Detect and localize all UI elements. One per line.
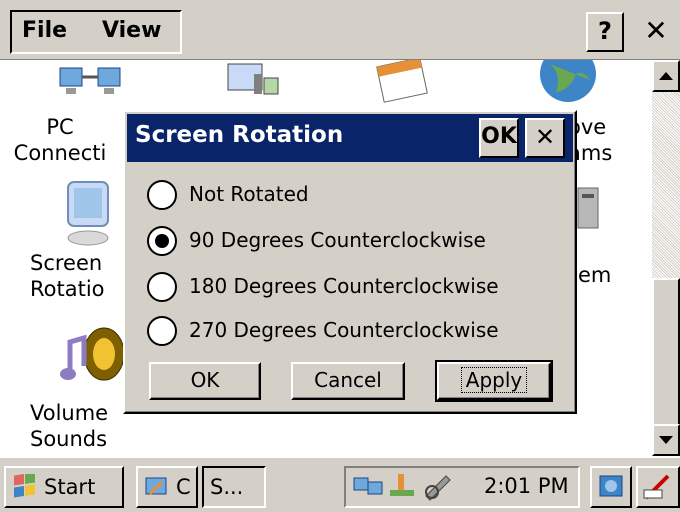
taskbar-item-settings[interactable]: S... — [202, 466, 266, 508]
screen-rotation-icon[interactable] — [62, 178, 118, 248]
option-label: Not Rotated — [189, 182, 309, 206]
menu-group: File View — [10, 10, 182, 54]
view-menu[interactable]: View — [102, 18, 161, 43]
help-button[interactable]: ? — [586, 12, 624, 52]
system-label[interactable]: em — [578, 262, 628, 288]
radio-not-rotated[interactable] — [147, 180, 177, 210]
input-panel-button[interactable] — [636, 466, 680, 508]
arrow-up-icon — [659, 72, 673, 80]
start-label: Start — [44, 475, 96, 499]
option-label: 90 Degrees Counterclockwise — [189, 228, 486, 252]
usb-icon[interactable] — [386, 472, 418, 502]
desktop-button[interactable] — [590, 466, 632, 508]
system-tray: 2:01 PM — [344, 466, 580, 508]
desktop-icon — [599, 475, 623, 497]
scroll-thumb[interactable] — [652, 278, 680, 426]
taskbar-item-control-panel[interactable]: C — [136, 466, 198, 508]
menu-bar: File View ? ✕ — [0, 0, 680, 60]
file-menu[interactable]: File — [22, 18, 67, 43]
volume-sounds-label[interactable]: Volume Sounds — [30, 400, 130, 452]
dialog-title: Screen Rotation — [135, 122, 344, 148]
pc-connection-label[interactable]: PC Connecti — [0, 114, 120, 166]
dialog-close-button[interactable]: ✕ — [525, 118, 565, 158]
apply-button[interactable]: Apply — [435, 360, 553, 402]
calendar-icon[interactable] — [374, 60, 434, 104]
option-label: 180 Degrees Counterclockwise — [189, 274, 499, 298]
radio-270-ccw[interactable] — [147, 316, 177, 346]
arrow-down-icon — [659, 436, 673, 444]
cancel-button[interactable]: Cancel — [291, 362, 405, 400]
taskbar: Start C S... 2:01 PM — [0, 456, 680, 512]
globe-icon[interactable] — [536, 60, 602, 104]
stylus-icon[interactable] — [422, 472, 454, 502]
screen-rotation-label[interactable]: Screen Rotatio — [30, 250, 130, 302]
clock[interactable]: 2:01 PM — [484, 474, 569, 498]
system-icon[interactable] — [574, 184, 604, 234]
network-icon[interactable] — [220, 60, 284, 100]
close-window-button[interactable]: ✕ — [636, 12, 676, 52]
radio-180-ccw[interactable] — [147, 272, 177, 302]
radio-90-ccw[interactable] — [147, 226, 177, 256]
dialog-title-ok-button[interactable]: OK — [479, 118, 519, 158]
vertical-scrollbar[interactable] — [652, 60, 680, 456]
remove-programs-label[interactable]: ove ams — [568, 114, 628, 166]
option-label: 270 Degrees Counterclockwise — [189, 318, 499, 342]
control-panel-icon — [145, 477, 167, 496]
ok-button[interactable]: OK — [149, 362, 261, 400]
scroll-down-button[interactable] — [652, 424, 680, 456]
dialog-title-bar[interactable]: Screen Rotation OK ✕ — [127, 114, 573, 162]
pen-icon — [643, 474, 670, 500]
connection-icon[interactable] — [352, 472, 384, 502]
start-button[interactable]: Start — [4, 466, 124, 508]
volume-sounds-icon[interactable] — [56, 324, 126, 388]
pc-connection-icon[interactable] — [56, 60, 126, 102]
scroll-up-button[interactable] — [652, 60, 680, 92]
windows-logo-icon — [14, 474, 35, 498]
screen-rotation-dialog: Screen Rotation OK ✕ Not Rotated 90 Degr… — [123, 110, 577, 414]
